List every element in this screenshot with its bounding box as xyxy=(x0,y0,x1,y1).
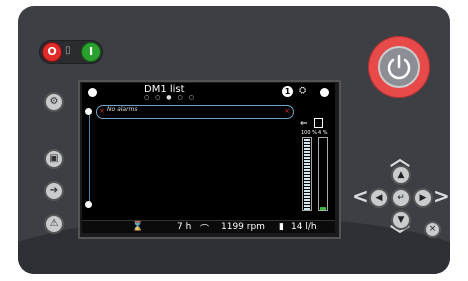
page-icon: ▣ xyxy=(49,153,59,164)
gauge-segment xyxy=(304,157,310,159)
info-badge: 1 xyxy=(282,86,293,97)
gauge-segment xyxy=(304,160,310,162)
menu-icon: ⚙ xyxy=(49,96,59,107)
alarm-left-x-icon: × xyxy=(99,107,105,115)
start-button[interactable]: I xyxy=(81,42,101,62)
fuel-icon: ▮ xyxy=(279,222,284,232)
gauge-segment xyxy=(304,172,310,174)
gauge-left-label: 100 % xyxy=(301,130,317,136)
gauge-segment xyxy=(304,178,310,180)
arrow-left-icon: ◀ xyxy=(375,193,383,203)
hourglass-icon: ⌛ xyxy=(132,222,144,232)
gauge-segment xyxy=(304,205,310,207)
engine-rpm: 1199 rpm xyxy=(221,222,265,232)
gauge-segment xyxy=(304,187,310,189)
enter-icon: ↵ xyxy=(397,193,405,203)
gauge-segment xyxy=(304,196,310,198)
secondary-level-gauge xyxy=(318,137,328,211)
fuel-level-gauge xyxy=(302,137,312,211)
title-bar: DM1 list ○ ○ ● ○ ○ 1 ⛭ xyxy=(82,83,335,101)
page-button[interactable]: ▣ xyxy=(44,149,64,169)
fuel-tank-icon xyxy=(314,118,323,128)
stop-button[interactable]: O xyxy=(42,42,62,62)
alarm-button[interactable]: ⚠ xyxy=(44,214,64,234)
scroll-up-icon[interactable] xyxy=(85,108,92,115)
gauge-segment xyxy=(304,139,310,141)
down-button[interactable]: ▼ xyxy=(391,210,411,230)
page-indicator: ○ ○ ● ○ ○ xyxy=(144,94,196,101)
alarm-text: No alarms xyxy=(107,106,138,113)
gauge-segment xyxy=(304,190,310,192)
nav-left-icon[interactable] xyxy=(88,88,97,97)
display-screen: DM1 list ○ ○ ● ○ ○ 1 ⛭ × No alarms × ⇐ 1… xyxy=(82,83,335,233)
warning-icon: ⚠ xyxy=(49,218,59,229)
cancel-button[interactable]: × xyxy=(424,221,441,238)
power-button[interactable] xyxy=(378,46,420,88)
arrow-down-icon: ▼ xyxy=(397,215,405,225)
gauge-segment xyxy=(304,145,310,147)
right-button[interactable]: ▶ xyxy=(413,188,433,208)
alarm-list-item[interactable]: × No alarms × xyxy=(96,105,294,119)
fuel-rate: 14 l/h xyxy=(291,222,317,232)
gauge-right-label: 4 % xyxy=(318,130,328,136)
gauge-segment xyxy=(304,184,310,186)
gauge-segment xyxy=(304,202,310,204)
chevron-right-icon: > xyxy=(433,184,450,208)
speedometer-icon: ⌒ xyxy=(200,225,210,233)
enter-button[interactable]: ↵ xyxy=(391,188,411,208)
status-bar: ⌛ 7 h ⌒ 1199 rpm ▮ 14 l/h xyxy=(82,220,335,233)
arrow-right-icon: ▶ xyxy=(419,193,427,203)
manual-mode-icon: ▯ xyxy=(65,45,71,56)
gauge-fill xyxy=(320,207,326,210)
fuel-level-fill xyxy=(304,139,310,210)
gauge-segment xyxy=(304,181,310,183)
acknowledge-button[interactable]: ➔ xyxy=(44,181,64,201)
up-button[interactable]: ▲ xyxy=(391,165,411,185)
gauge-segment xyxy=(304,163,310,165)
nav-right-icon[interactable] xyxy=(320,88,329,97)
gauge-segment xyxy=(304,169,310,171)
gauge-segment xyxy=(304,148,310,150)
power-icon xyxy=(387,54,411,80)
engine-icon: ⛭ xyxy=(299,86,307,96)
gauge-segment xyxy=(304,193,310,195)
gauge-segment xyxy=(304,208,310,210)
secondary-level-fill xyxy=(320,207,326,210)
alarm-right-x-icon: × xyxy=(284,107,290,115)
scroll-down-icon[interactable] xyxy=(85,201,92,208)
chevron-left-icon: < xyxy=(352,184,369,208)
gauge-segment xyxy=(304,175,310,177)
scroll-track xyxy=(89,115,90,201)
left-button[interactable]: ◀ xyxy=(369,188,389,208)
arrow-up-icon: ▲ xyxy=(397,170,405,180)
gauge-segment xyxy=(304,199,310,201)
run-hours: 7 h xyxy=(177,222,192,232)
gauge-segment xyxy=(304,166,310,168)
fuel-pump-icon: ⇐ xyxy=(300,119,308,129)
gauge-segment xyxy=(304,151,310,153)
menu-button[interactable]: ⚙ xyxy=(44,92,64,112)
close-icon: × xyxy=(428,224,437,234)
gauge-segment xyxy=(304,154,310,156)
gauge-segment xyxy=(304,142,310,144)
acknowledge-icon: ➔ xyxy=(49,185,59,196)
